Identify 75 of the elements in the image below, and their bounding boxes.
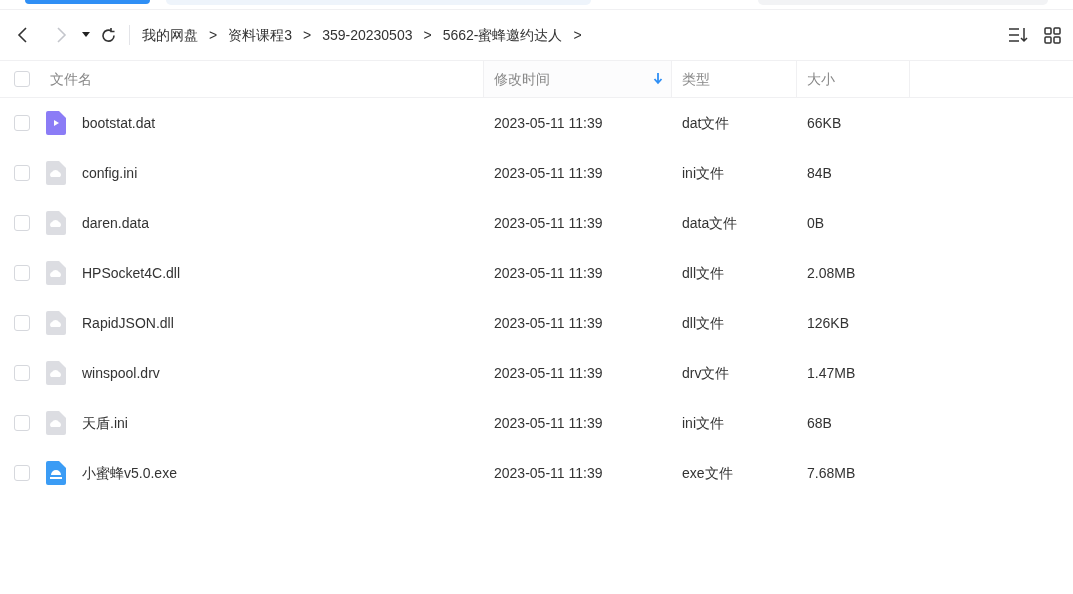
modified-time: 2023-05-11 11:39 <box>493 113 604 133</box>
breadcrumb-separator: > <box>209 25 218 45</box>
file-size: 7.68MB <box>806 463 857 483</box>
file-type: dat文件 <box>681 113 731 133</box>
file-icon <box>46 411 66 435</box>
file-type: ini文件 <box>681 163 725 183</box>
breadcrumb-link[interactable]: 359-20230503 <box>322 24 413 46</box>
modified-time: 2023-05-11 11:39 <box>493 313 604 333</box>
file-icon <box>46 311 66 335</box>
file-row[interactable]: daren.data 2023-05-11 11:39 data文件 0B <box>0 198 1073 248</box>
modified-time: 2023-05-11 11:39 <box>493 363 604 383</box>
column-header-label: 大小 <box>807 69 835 89</box>
file-size: 0B <box>806 213 826 233</box>
modified-time: 2023-05-11 11:39 <box>493 463 604 483</box>
refresh-icon[interactable] <box>100 26 117 44</box>
file-name[interactable]: RapidJSON.dll <box>82 312 174 334</box>
file-size: 68B <box>806 413 833 433</box>
file-name[interactable]: daren.data <box>82 212 149 234</box>
checkbox[interactable] <box>14 215 30 231</box>
file-row[interactable]: bootstat.dat 2023-05-11 11:39 dat文件 66KB <box>0 98 1073 148</box>
file-row[interactable]: config.ini 2023-05-11 11:39 ini文件 84B <box>0 148 1073 198</box>
file-row[interactable]: RapidJSON.dll 2023-05-11 11:39 dll文件 126KB <box>0 298 1073 348</box>
file-type: drv文件 <box>681 363 731 383</box>
column-header-label: 类型 <box>682 69 710 89</box>
breadcrumb-separator: > <box>573 25 582 45</box>
file-row[interactable]: 天盾.ini 2023-05-11 11:39 ini文件 68B <box>0 398 1073 448</box>
back-icon[interactable] <box>16 26 30 44</box>
checkbox[interactable] <box>14 365 30 381</box>
sort-arrow-icon <box>653 73 663 85</box>
file-row[interactable]: 小蜜蜂v5.0.exe 2023-05-11 11:39 exe文件 7.68MB <box>0 448 1073 498</box>
file-type: data文件 <box>681 213 739 233</box>
column-header-label: 文件名 <box>50 69 92 89</box>
file-icon <box>46 211 66 235</box>
checkbox[interactable] <box>14 465 30 481</box>
file-size: 126KB <box>806 313 851 333</box>
file-type: dll文件 <box>681 263 725 283</box>
file-row[interactable]: winspool.drv 2023-05-11 11:39 drv文件 1.47MB <box>0 348 1073 398</box>
file-name[interactable]: winspool.drv <box>82 362 160 384</box>
sort-icon[interactable] <box>1008 27 1030 43</box>
file-name[interactable]: HPSocket4C.dll <box>82 262 181 284</box>
file-name[interactable]: config.ini <box>82 162 138 184</box>
breadcrumb-link[interactable]: 资料课程3 <box>228 24 292 46</box>
checkbox[interactable] <box>14 265 30 281</box>
checkbox[interactable] <box>14 415 30 431</box>
checkbox[interactable] <box>14 165 30 181</box>
breadcrumb-link[interactable]: 我的网盘 <box>142 24 198 46</box>
modified-time: 2023-05-11 11:39 <box>493 163 604 183</box>
checkbox[interactable] <box>14 315 30 331</box>
grid-view-icon[interactable] <box>1044 26 1061 44</box>
file-icon <box>46 261 66 285</box>
file-type: dll文件 <box>681 313 725 333</box>
modified-time: 2023-05-11 11:39 <box>493 213 604 233</box>
modified-time: 2023-05-11 11:39 <box>493 413 604 433</box>
app-file-icon <box>46 461 66 485</box>
breadcrumb-separator: > <box>423 25 432 45</box>
file-name[interactable]: 天盾.ini <box>82 412 128 434</box>
file-icon <box>46 361 66 385</box>
breadcrumb-separator: > <box>303 25 312 45</box>
file-name[interactable]: 小蜜蜂v5.0.exe <box>82 462 177 484</box>
dropdown-icon[interactable] <box>82 32 90 38</box>
file-name[interactable]: bootstat.dat <box>82 112 156 134</box>
file-icon <box>46 161 66 185</box>
modified-time: 2023-05-11 11:39 <box>493 263 604 283</box>
file-row[interactable]: HPSocket4C.dll 2023-05-11 11:39 dll文件 2.08MB <box>0 248 1073 298</box>
checkbox[interactable] <box>14 115 30 131</box>
file-size: 2.08MB <box>806 263 857 283</box>
file-type: exe文件 <box>681 463 734 483</box>
video-file-icon <box>46 111 66 135</box>
column-header-label: 修改时间 <box>494 69 550 89</box>
breadcrumb-link[interactable]: 5662-蜜蜂邀约达人 <box>442 24 563 46</box>
file-size: 84B <box>806 163 833 183</box>
file-size: 1.47MB <box>806 363 857 383</box>
file-type: ini文件 <box>681 413 725 433</box>
file-size: 66KB <box>806 113 843 133</box>
checkbox[interactable] <box>14 71 30 87</box>
